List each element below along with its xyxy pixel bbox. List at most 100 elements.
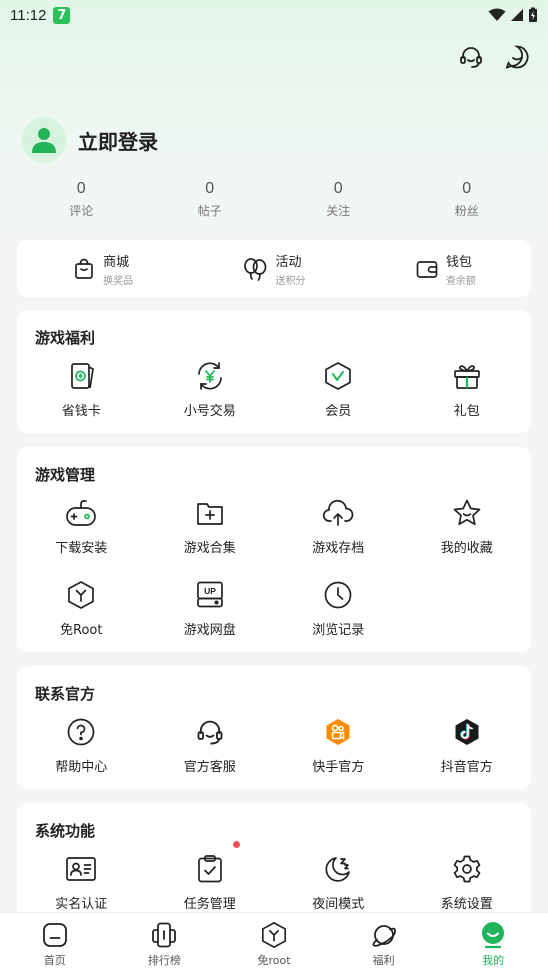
grid-label: 实名认证 bbox=[55, 897, 108, 912]
nav-welfare[interactable]: 福利 bbox=[329, 913, 439, 974]
quick-link-title: 商城 bbox=[103, 254, 130, 270]
balloon-icon bbox=[244, 257, 267, 281]
headset-icon bbox=[460, 47, 482, 68]
douyin-icon bbox=[455, 719, 479, 745]
grid-icon-wrap bbox=[322, 579, 354, 611]
section-title: 游戏福利 bbox=[35, 329, 96, 347]
help-icon bbox=[67, 718, 95, 746]
manage-download-install[interactable]: 下载安装 bbox=[17, 497, 146, 556]
login-link[interactable]: 立即登录 bbox=[78, 126, 158, 155]
system-night-mode[interactable]: 夜间模式 bbox=[274, 853, 403, 912]
quick-link-subtitle: 送积分 bbox=[275, 275, 306, 287]
nav-ranking[interactable]: 排行榜 bbox=[110, 913, 220, 974]
section-title: 游戏管理 bbox=[35, 466, 96, 484]
nav-label: 福利 bbox=[372, 954, 395, 967]
manage-game-saves[interactable]: 游戏存档 bbox=[274, 497, 403, 556]
yuan-exchange-icon bbox=[197, 362, 222, 390]
system-functions-grid: 实名认证 任务管理 夜间模式 系统设置 bbox=[17, 841, 532, 912]
cloud-disk-badge: UP bbox=[204, 586, 216, 596]
manage-history[interactable]: 浏览记录 bbox=[274, 579, 403, 638]
stat-fans[interactable]: 0 粉丝 bbox=[403, 180, 532, 219]
profile-header[interactable]: 立即登录 bbox=[20, 116, 158, 164]
customer-service-button[interactable] bbox=[458, 44, 484, 70]
contact-help-center[interactable]: 帮助中心 bbox=[17, 716, 146, 775]
app-notification-icon: 7 bbox=[53, 6, 71, 24]
grid-label: 游戏合集 bbox=[183, 541, 236, 556]
user-stats: 0 评论 0 帖子 0 关注 0 粉丝 bbox=[17, 180, 531, 219]
gift-icon bbox=[453, 365, 480, 389]
section-title: 联系官方 bbox=[35, 685, 96, 703]
manage-no-root[interactable]: 免Root bbox=[17, 579, 146, 638]
grid-icon-wrap bbox=[194, 716, 226, 748]
grid-label: 游戏存档 bbox=[312, 541, 365, 556]
gamepad-icon bbox=[66, 500, 97, 526]
default-avatar-icon bbox=[32, 128, 56, 153]
grid-icon-wrap bbox=[451, 716, 483, 748]
nav-mine[interactable]: 我的 bbox=[438, 913, 548, 974]
welfare-account-trade[interactable]: 小号交易 bbox=[146, 360, 275, 419]
stat-label: 帖子 bbox=[197, 204, 222, 218]
grid-icon-wrap bbox=[194, 497, 226, 529]
quick-link-wallet[interactable]: 钱包 查余额 bbox=[360, 251, 531, 287]
grid-label: 任务管理 bbox=[183, 897, 236, 912]
stat-posts[interactable]: 0 帖子 bbox=[146, 180, 275, 219]
stat-value: 0 bbox=[205, 180, 215, 197]
contact-kuaishou[interactable]: 快手官方 bbox=[274, 716, 403, 775]
planet-icon bbox=[372, 925, 396, 947]
stat-label: 关注 bbox=[326, 204, 351, 218]
manage-favorites[interactable]: 我的收藏 bbox=[403, 497, 532, 556]
gear-icon bbox=[453, 855, 481, 883]
contact-douyin[interactable]: 抖音官方 bbox=[403, 716, 532, 775]
grid-icon-wrap bbox=[322, 853, 354, 885]
battery-icon bbox=[529, 7, 537, 22]
welfare-gift-pack[interactable]: 礼包 bbox=[403, 360, 532, 419]
cloud-upload-icon bbox=[323, 499, 354, 526]
grid-label: 浏览记录 bbox=[312, 623, 365, 638]
grid-icon-wrap bbox=[322, 716, 354, 748]
nav-no-root[interactable]: 免root bbox=[219, 913, 329, 974]
quick-link-mall[interactable]: 商城 换奖品 bbox=[17, 251, 188, 287]
system-real-name-verification[interactable]: 实名认证 bbox=[17, 853, 146, 912]
welfare-vip[interactable]: 会员 bbox=[274, 360, 403, 419]
avatar[interactable] bbox=[20, 116, 68, 164]
quick-link-title: 钱包 bbox=[445, 254, 472, 270]
clipboard-check-icon bbox=[197, 855, 222, 883]
grid-icon-wrap bbox=[65, 360, 97, 392]
grid-icon-wrap bbox=[451, 853, 483, 885]
nav-home[interactable]: 首页 bbox=[0, 913, 110, 974]
profile-icon bbox=[482, 922, 505, 949]
quick-links-card: 商城 换奖品 活动 送积分 钱包 查余额 bbox=[17, 240, 531, 297]
system-task-management[interactable]: 任务管理 bbox=[146, 841, 275, 912]
system-settings[interactable]: 系统设置 bbox=[403, 853, 532, 912]
wifi-icon bbox=[488, 8, 506, 21]
savings-card-icon bbox=[71, 363, 95, 389]
quick-link-subtitle: 查余额 bbox=[445, 275, 476, 287]
root-hexagon-icon bbox=[68, 581, 95, 609]
welfare-savings-card[interactable]: 省钱卡 bbox=[17, 360, 146, 419]
contact-customer-service[interactable]: 官方客服 bbox=[146, 716, 275, 775]
grid-icon-wrap bbox=[65, 497, 97, 529]
status-time: 11:12 bbox=[10, 6, 47, 24]
home-icon bbox=[42, 923, 67, 947]
manage-game-collection[interactable]: 游戏合集 bbox=[146, 497, 275, 556]
ranking-icon bbox=[152, 922, 177, 948]
quick-link-activity[interactable]: 活动 送积分 bbox=[188, 251, 359, 287]
stat-following[interactable]: 0 关注 bbox=[274, 180, 403, 219]
grid-icon-wrap bbox=[322, 497, 354, 529]
grid-label: 官方客服 bbox=[183, 760, 236, 775]
section-title: 系统功能 bbox=[35, 822, 96, 840]
game-welfare-card: 游戏福利 省钱卡 小号交易 会员 礼包 bbox=[17, 310, 531, 433]
grid-label: 下载安装 bbox=[55, 541, 108, 556]
game-management-grid-row2: 免Root UP 游戏网盘 浏览记录 bbox=[17, 579, 531, 638]
clock-icon bbox=[324, 581, 352, 609]
status-bar: 11:12 7 bbox=[0, 0, 548, 30]
game-management-card: 游戏管理 下载安装 游戏合集 游戏存档 我的收藏 免Root UP 游戏网盘 浏… bbox=[17, 447, 531, 652]
grid-label: 抖音官方 bbox=[440, 760, 493, 775]
manage-cloud-disk[interactable]: UP 游戏网盘 bbox=[146, 579, 275, 638]
official-contact-card: 联系官方 帮助中心 官方客服 快手官方 抖音官方 bbox=[17, 666, 531, 789]
grid-icon-wrap bbox=[65, 716, 97, 748]
stat-comments[interactable]: 0 评论 bbox=[17, 180, 146, 219]
messages-button[interactable] bbox=[504, 44, 530, 70]
nav-label: 免root bbox=[257, 954, 291, 967]
grid-label: 小号交易 bbox=[183, 404, 236, 419]
